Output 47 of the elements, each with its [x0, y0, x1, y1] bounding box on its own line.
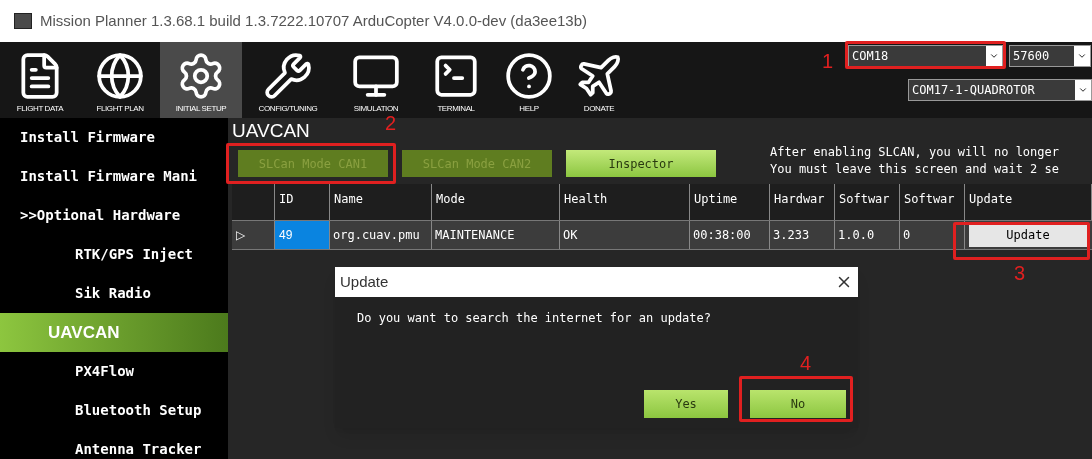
update-button[interactable]: Update	[969, 223, 1087, 247]
app-logo-icon	[14, 13, 32, 29]
toolbar-button[interactable]: DONATE	[564, 42, 634, 118]
sidebar-item[interactable]: PX4Flow	[0, 352, 228, 391]
sidebar-item[interactable]: Antenna Tracker	[0, 430, 228, 459]
step-number: 3	[1014, 262, 1026, 284]
dropdown-field[interactable]: COM18	[848, 45, 1003, 67]
wrench-icon	[263, 51, 313, 101]
help-icon	[504, 51, 554, 101]
toolbar-button[interactable]: TERMINAL	[418, 42, 494, 118]
mode-button[interactable]: Inspector	[566, 150, 716, 177]
table-cell: MAINTENANCE	[432, 221, 560, 249]
step-number: 4	[800, 352, 812, 374]
sidebar-item[interactable]: RTK/GPS Inject	[0, 235, 228, 274]
toolbar-button[interactable]: CONFIG/TUNING	[242, 42, 334, 118]
caret-icon	[1077, 51, 1087, 61]
sidebar-item[interactable]: Bluetooth Setup	[0, 391, 228, 430]
dialog-button[interactable]: Yes	[644, 390, 728, 418]
step-number: 1	[822, 50, 834, 72]
table-cell: 0	[900, 221, 965, 249]
page-title: UAVCAN	[232, 119, 310, 143]
dropdown-field[interactable]: COM17-1-QUADROTOR	[908, 79, 1092, 101]
globe-icon	[95, 51, 145, 101]
caret-icon	[989, 51, 999, 61]
toolbar-button[interactable]: FLIGHT PLAN	[80, 42, 160, 118]
table-cell: OK	[560, 221, 690, 249]
caret-icon	[1078, 85, 1088, 95]
table-cell: org.cuav.pmu	[330, 221, 432, 249]
dialog-message: Do you want to search the internet for an update?	[357, 310, 712, 327]
toolbar-button[interactable]: HELP	[494, 42, 564, 118]
table-cell: 49	[275, 221, 330, 249]
sidebar-item[interactable]: >>Optional Hardware	[0, 196, 228, 235]
dialog-button[interactable]: No	[750, 390, 846, 418]
dropdown-field[interactable]: 57600	[1009, 45, 1091, 67]
toolbar-button[interactable]: INITIAL SETUP	[160, 42, 242, 118]
toolbar-button[interactable]: FLIGHT DATA	[0, 42, 80, 118]
notice-text: After enabling SLCAN, you will no longer	[770, 144, 1059, 161]
window-title: Mission Planner 1.3.68.1 build 1.3.7222.10707 ArduCopter V4.0.0-dev (da3ee13b)	[40, 10, 588, 31]
sidebar-item[interactable]: Install Firmware	[0, 118, 228, 157]
table-cell: 00:38:00	[690, 221, 770, 249]
step-number: 2	[385, 112, 397, 134]
table-cell: 1.0.0	[835, 221, 900, 249]
dialog-title: Update	[340, 271, 389, 292]
notice-text: You must leave this screen and wait 2 se	[770, 161, 1059, 178]
sidebar-item[interactable]: Install Firmware Mani	[0, 157, 228, 196]
table-cell: 3.233	[770, 221, 835, 249]
sidebar-item[interactable]: Sik Radio	[0, 274, 228, 313]
